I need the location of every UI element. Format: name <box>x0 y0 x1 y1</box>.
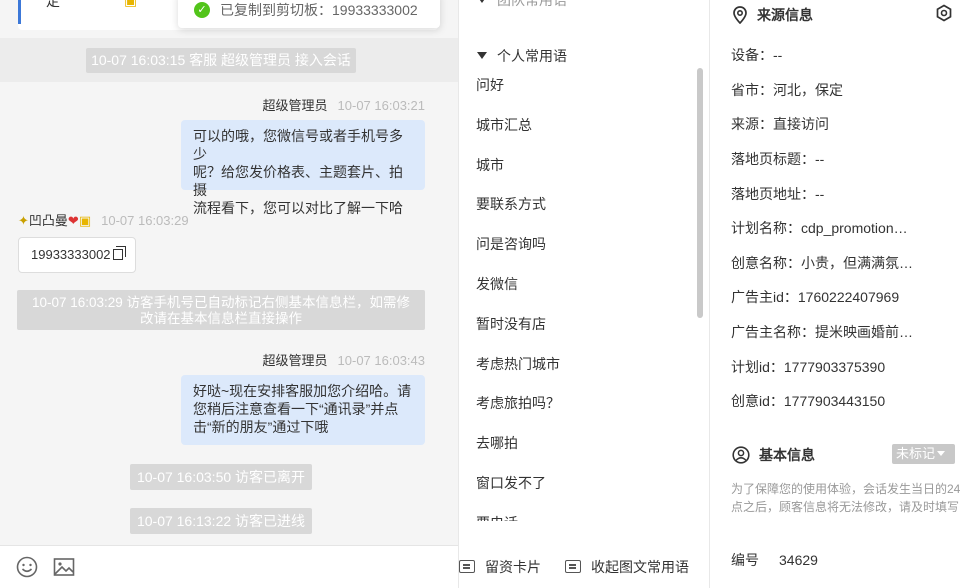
info-region: 省市：河北，保定 <box>731 82 843 98</box>
phrase-scrollbar[interactable] <box>697 68 703 318</box>
message-line: 您稍后注意查看一下“通讯录”并点 <box>193 401 399 417</box>
message-line: 击“新的朋友”通过下哦 <box>193 419 329 435</box>
image-upload-icon[interactable] <box>52 555 76 579</box>
message-line: 呢？给您发价格表、主题套片、拍摄 <box>193 164 403 198</box>
button-label: 留资卡片 <box>485 558 541 575</box>
personal-phrases-header[interactable]: 个人常用语 <box>477 46 567 66</box>
emoji-icon: ▣ <box>78 213 92 228</box>
agent-message-bubble: 好哒~现在安排客服加您介绍哈。请 您稍后注意查看一下“通讯录”并点 击“新的朋友… <box>181 375 425 445</box>
sender-name: 超级管理员 <box>262 98 328 113</box>
section-label: 来源信息 <box>757 7 813 23</box>
caret-down-icon <box>937 451 946 456</box>
info-landing-title: 落地页标题：-- <box>731 151 825 167</box>
message-time: 10-07 16:03:21 <box>337 98 425 113</box>
section-label: 基本信息 <box>759 447 815 463</box>
user-circle-icon <box>732 446 750 464</box>
collapse-phrases-button[interactable]: 收起图文常用语 <box>565 545 689 588</box>
phrase-item[interactable]: 考虑旅拍吗？ <box>459 384 699 424</box>
check-circle-icon: ✓ <box>194 2 210 18</box>
system-message-accept: 10-07 16:03:15 客服 超级管理员 接入会话 <box>86 48 356 73</box>
phrase-item[interactable]: 问好 <box>459 66 699 106</box>
lead-card-button[interactable]: 留资卡片 <box>459 545 541 588</box>
sender-name: 超级管理员 <box>262 353 328 368</box>
phrase-item[interactable]: 城市 <box>459 146 699 186</box>
phrase-item[interactable]: 要电话 <box>459 504 699 521</box>
emoji-icon: ▣ <box>124 0 138 8</box>
visitor-meta: ✦凹凸曼❤▣ 10-07 16:03:29 <box>18 210 189 229</box>
group-label: 团队常用语 <box>497 0 567 8</box>
phrase-item[interactable]: 城市汇总 <box>459 106 699 146</box>
message-meta: 超级管理员 10-07 16:03:21 <box>263 95 425 114</box>
chat-toolbar <box>0 545 458 588</box>
agent-message-bubble: 可以的哦，您微信号或者手机号多少 呢？给您发价格表、主题套片、拍摄 流程看下，您… <box>181 120 425 216</box>
note-line: 10-07 16:03:29 访客手机号已自动标记右侧基本信息栏，如需修 <box>31 295 411 310</box>
message-meta: 超级管理员 10-07 16:03:43 <box>263 350 425 369</box>
visitor-phone-bubble[interactable]: 19933333002 <box>18 237 136 273</box>
info-creative-id: 创意id：1777903443150 <box>731 393 886 409</box>
id-value: 34629 <box>779 552 818 568</box>
phrase-item[interactable]: 暂时没有店 <box>459 305 699 345</box>
phrase-item[interactable]: 去哪拍 <box>459 424 699 464</box>
lips-icon: ❤ <box>67 213 79 228</box>
caret-down-icon <box>477 52 487 59</box>
message-line: 可以的哦，您微信号或者手机号多少 <box>193 128 403 162</box>
tag-label: 未标记 <box>896 446 936 461</box>
phrase-list[interactable]: 问好 城市汇总 城市 要联系方式 问是咨询吗 发微信 暂时没有店 考虑热门城市 … <box>459 66 699 521</box>
message-line: 流程看下，您可以对比了解一下哈 <box>193 200 403 216</box>
info-advertiser-id: 广告主id：1760222407969 <box>731 289 900 305</box>
card-accent <box>18 0 21 24</box>
phrase-item[interactable]: 窗口发不了 <box>459 464 699 504</box>
info-creative-name: 创意名称：小贵，但满满氛围感 <box>731 255 919 271</box>
info-panel: 来源信息 设备：-- 省市：河北，保定 来源：直接访问 落地页标题：-- 落地页… <box>711 0 973 588</box>
top-card-text: 定 <box>46 0 60 9</box>
chat-panel: 定 ▣ ✓ 已复制到剪切板：19933333002 10-07 16:03:15… <box>0 0 458 588</box>
system-message-phone-note: 10-07 16:03:29 访客手机号已自动标记右侧基本信息栏，如需修 改请在… <box>17 290 425 330</box>
info-advertiser-name: 广告主名称：提米映画婚前摄影 <box>731 324 923 340</box>
phrase-item[interactable]: 发微信 <box>459 265 699 305</box>
message-list[interactable]: 定 ▣ ✓ 已复制到剪切板：19933333002 10-07 16:03:15… <box>0 0 458 545</box>
info-plan-name: 计划名称：cdp_promotion_0915 <box>731 220 911 236</box>
location-icon <box>733 6 747 24</box>
message-time: 10-07 16:03:43 <box>337 353 425 368</box>
star-icon: ✦ <box>18 213 29 228</box>
message-line: 好哒~现在安排客服加您介绍哈。请 <box>193 383 412 399</box>
team-phrases-header[interactable]: 团队常用语 <box>477 0 567 10</box>
system-message-enter: 10-07 16:13:22 访客已进线 <box>130 508 312 534</box>
phrases-panel: 团队常用语 个人常用语 问好 城市汇总 城市 要联系方式 问是咨询吗 发微信 暂… <box>458 0 710 588</box>
copy-toast: ✓ 已复制到剪切板：19933333002 <box>178 0 440 28</box>
emoji-picker-icon[interactable] <box>15 555 39 579</box>
phrase-item[interactable]: 要联系方式 <box>459 185 699 225</box>
card-icon <box>459 560 475 573</box>
collapse-icon <box>565 560 581 573</box>
settings-icon[interactable] <box>935 4 953 22</box>
source-info-title: 来源信息 <box>732 5 813 25</box>
copy-icon[interactable] <box>112 246 126 260</box>
edit-notice: 为了保障您的使用体验，会话发生当日的24点之后，顾客信息将无法修改，请及时填写 <box>731 482 961 514</box>
toast-text: 已复制到剪切板：19933333002 <box>220 2 418 18</box>
visitor-name: 凹凸曼 <box>28 213 68 228</box>
info-landing-url: 落地页地址：-- <box>731 186 825 202</box>
tag-dropdown[interactable]: 未标记 <box>892 444 955 464</box>
phrase-item[interactable]: 考虑热门城市 <box>459 345 699 385</box>
system-message-left: 10-07 16:03:50 访客已离开 <box>130 464 312 490</box>
info-source: 来源：直接访问 <box>731 116 829 132</box>
info-device: 设备：-- <box>731 47 783 63</box>
id-label: 编号 <box>731 552 759 568</box>
caret-down-icon <box>477 0 487 3</box>
basic-info-title: 基本信息 <box>732 445 815 465</box>
phone-number: 19933333002 <box>31 247 111 262</box>
note-line: 改请在基本信息栏直接操作 <box>140 311 302 326</box>
button-label: 收起图文常用语 <box>591 558 689 575</box>
info-plan-id: 计划id：1777903375390 <box>731 359 886 375</box>
group-label: 个人常用语 <box>497 48 567 64</box>
info-id: 编号 34629 <box>731 550 941 570</box>
message-time: 10-07 16:03:29 <box>101 213 189 228</box>
phrase-item[interactable]: 问是咨询吗 <box>459 225 699 265</box>
